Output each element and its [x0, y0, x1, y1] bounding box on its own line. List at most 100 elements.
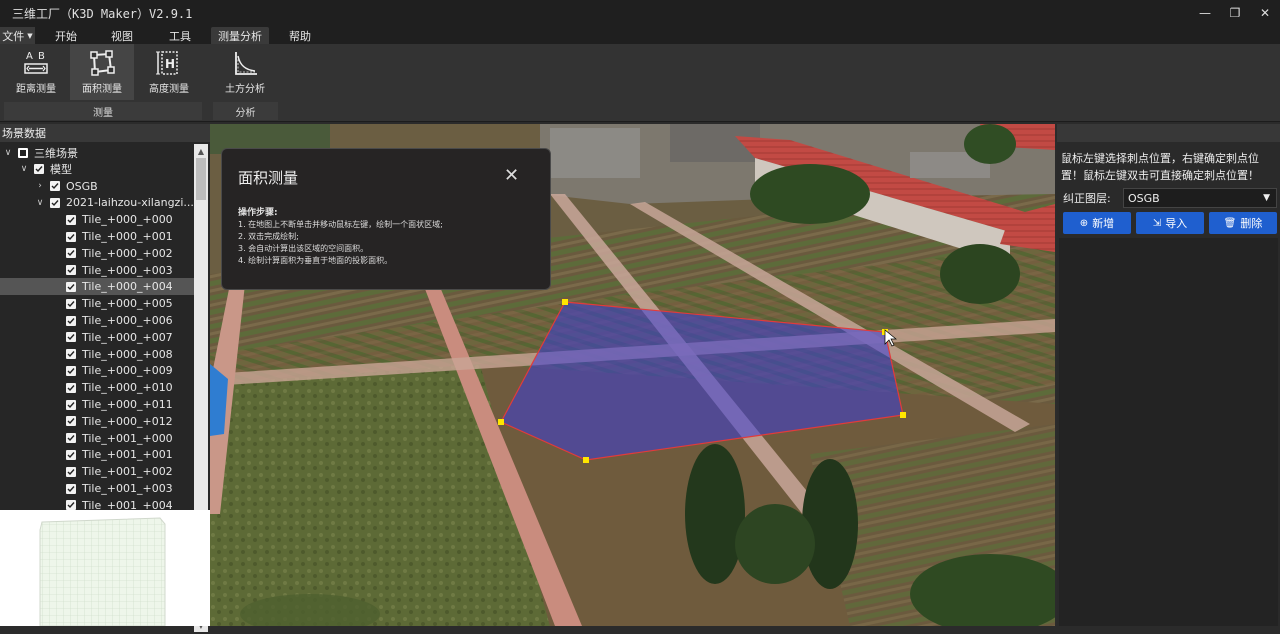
delete-button[interactable]: 🗑 删除 [1209, 212, 1277, 234]
tree-item-label: Tile_+000_+004 [82, 280, 173, 294]
add-point-label: 新增 [1092, 217, 1115, 230]
menu-start[interactable]: 开始 [50, 27, 82, 44]
checkbox[interactable] [66, 349, 76, 360]
tree-tile-item[interactable]: Tile_+001_+000 [0, 430, 196, 447]
layer-select-value: OSGB [1128, 191, 1160, 205]
tree-node[interactable]: › OSGB [0, 178, 196, 195]
tree-item-label: 模型 [50, 163, 72, 177]
chevron-down-icon: ▼ [27, 31, 33, 40]
tree-tile-item[interactable]: Tile_+001_+001 [0, 446, 196, 463]
checkbox[interactable] [66, 214, 76, 225]
checkbox[interactable] [18, 147, 28, 158]
menu-bar: 文件 ▼ 开始 视图 工具 测量分析 帮助 [0, 26, 1280, 44]
tree-tile-item[interactable]: Tile_+000_+010 [0, 379, 196, 396]
tree-item-label: Tile_+000_+001 [82, 230, 173, 243]
menu-file-label: 文件 [2, 29, 25, 43]
checkbox[interactable] [66, 449, 76, 460]
checkbox[interactable] [66, 281, 76, 292]
tree-tile-item[interactable]: Tile_+000_+008 [0, 346, 196, 363]
checkbox[interactable] [66, 399, 76, 410]
menu-file[interactable]: 文件 ▼ [0, 27, 35, 44]
tree-tile-item[interactable]: Tile_+000_+012 [0, 413, 196, 430]
area-measure-icon [90, 50, 115, 76]
checkbox[interactable] [66, 231, 76, 242]
add-point-button[interactable]: ⊕ 新增 [1063, 212, 1131, 234]
checkbox[interactable] [66, 298, 76, 309]
import-button[interactable]: ⇲ 导入 [1136, 212, 1204, 234]
area-measure-button[interactable]: 面积测量 [70, 44, 134, 100]
svg-text:A: A [26, 51, 33, 62]
tree-tile-item[interactable]: Tile_+000_+003 [0, 262, 196, 279]
tree-tile-item[interactable]: Tile_+000_+006 [0, 312, 196, 329]
dialog-step-1: 1. 在地图上不断单击并移动鼠标左键，绘制一个面状区域; [238, 220, 443, 229]
checkbox[interactable] [50, 197, 60, 208]
dialog-step-2: 2. 双击完成绘制; [238, 232, 299, 241]
tree-tile-item[interactable]: Tile_+000_+000 [0, 211, 196, 228]
earthwork-analysis-button[interactable]: 土方分析 [213, 44, 277, 100]
close-icon[interactable]: ✕ [504, 165, 519, 186]
tree-node[interactable]: ∨ 模型 [0, 161, 196, 178]
window-controls: — ❐ ✕ [1190, 0, 1280, 26]
title-bar: 三维工厂（K3D Maker）V2.9.1 — ❐ ✕ [0, 0, 1280, 26]
close-window-button[interactable]: ✕ [1250, 0, 1280, 26]
tree-tile-item[interactable]: Tile_+000_+011 [0, 396, 196, 413]
tree-tile-item[interactable]: Tile_+000_+009 [0, 362, 196, 379]
checkbox[interactable] [66, 483, 76, 494]
ribbon-group-analysis: 分析 [213, 102, 278, 120]
checkbox[interactable] [66, 265, 76, 276]
overview-minimap[interactable] [0, 510, 210, 627]
layer-label: 纠正图层: [1063, 192, 1111, 205]
scene-data-panel: 场景数据 ∨ 三维场景 ∨ 模型 › OSGB ∨ 2021-laihzou-xilangzi… [0, 124, 210, 632]
import-icon: ⇲ [1152, 217, 1162, 229]
collapse-arrow-icon[interactable]: › [34, 181, 46, 191]
tree-tile-item[interactable]: Tile_+000_+002 [0, 245, 196, 262]
correction-panel: 鼠标左键选择刺点位置，右键确定刺点位置！鼠标左键双击可直接确定刺点位置！ 纠正图… [1057, 124, 1280, 626]
checkbox[interactable] [66, 500, 76, 511]
height-measure-button[interactable]: H 高度测量 [137, 44, 201, 100]
tree-node[interactable]: ∨ 三维场景 [0, 144, 196, 161]
checkbox[interactable] [66, 248, 76, 259]
control-point-list [1059, 238, 1278, 626]
expand-arrow-icon[interactable]: ∨ [2, 148, 14, 158]
app-title: 三维工厂（K3D Maker）V2.9.1 [12, 6, 193, 21]
tree-tile-item[interactable]: Tile_+001_+003 [0, 480, 196, 497]
checkbox[interactable] [66, 416, 76, 427]
expand-arrow-icon[interactable]: ∨ [34, 198, 46, 208]
trash-icon: 🗑 [1223, 217, 1237, 229]
checkbox[interactable] [34, 164, 44, 175]
tree-tile-item[interactable]: Tile_+000_+007 [0, 329, 196, 346]
checkbox[interactable] [66, 332, 76, 343]
chevron-down-icon: ▼ [1263, 193, 1270, 203]
scroll-up-icon[interactable]: ▲ [194, 144, 208, 158]
expand-arrow-icon[interactable]: ∨ [18, 164, 30, 174]
menu-measure-analysis[interactable]: 测量分析 [211, 27, 269, 44]
checkbox[interactable] [66, 365, 76, 376]
maximize-button[interactable]: ❐ [1220, 0, 1250, 26]
menu-view[interactable]: 视图 [106, 27, 138, 44]
checkbox[interactable] [66, 433, 76, 444]
minimize-button[interactable]: — [1190, 0, 1220, 26]
distance-measure-icon: A B [24, 51, 48, 74]
scroll-thumb[interactable] [196, 158, 206, 200]
area-measure-dialog: 面积测量 ✕ 操作步骤: 1. 在地图上不断单击并移动鼠标左键，绘制一个面状区域… [221, 148, 551, 290]
layer-select[interactable]: OSGB ▼ [1123, 188, 1277, 208]
checkbox[interactable] [66, 466, 76, 477]
tree-tile-item[interactable]: Tile_+000_+001 [0, 228, 196, 245]
distance-measure-button[interactable]: A B 距离测量 [4, 44, 68, 100]
checkbox[interactable] [66, 382, 76, 393]
svg-text:B: B [38, 51, 45, 62]
scene-data-title: 场景数据 [0, 124, 210, 142]
tree-tile-item[interactable]: Tile_+001_+002 [0, 463, 196, 480]
area-measure-label: 面积测量 [82, 84, 122, 95]
menu-help[interactable]: 帮助 [284, 27, 316, 44]
checkbox[interactable] [66, 315, 76, 326]
dialog-step-3: 3. 会自动计算出该区域的空间面积。 [238, 244, 369, 253]
tree-tile-item[interactable]: Tile_+000_+004 [0, 278, 196, 296]
checkbox[interactable] [50, 181, 60, 192]
tree-item-label: Tile_+000_+003 [82, 263, 173, 277]
menu-tools[interactable]: 工具 [164, 27, 196, 44]
tree-item-label: Tile_+001_+003 [82, 482, 173, 495]
tree-item-label: Tile_+000_+002 [82, 246, 173, 260]
tree-node[interactable]: ∨ 2021-laihzou-xilangzi... [0, 194, 196, 211]
tree-tile-item[interactable]: Tile_+000_+005 [0, 295, 196, 312]
